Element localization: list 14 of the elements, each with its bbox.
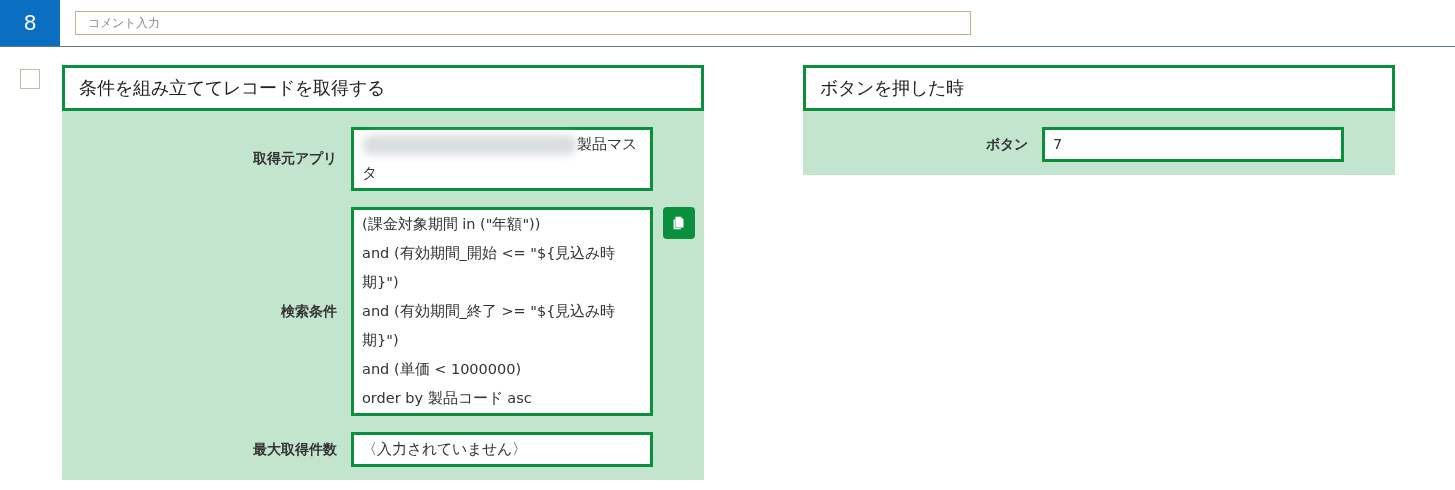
field-label: 取得元アプリ <box>253 150 337 168</box>
value-field[interactable]: 〈入力されていません〉 <box>351 432 653 467</box>
action-title: ボタンを押した時 <box>803 65 1395 111</box>
value-field[interactable]: (課金対象期間 in ("年額")) and (有効期間_開始 <= "${見込み時期}") and (有効期間_終了 >= "${見込み時期}") and (単価 < 1000000) order by 製品コード asc <box>351 207 653 416</box>
value-field[interactable]: 製品マスタ <box>351 127 653 191</box>
step-number: 8 <box>0 0 60 46</box>
copy-button[interactable] <box>663 207 695 239</box>
field-label: 最大取得件数 <box>253 440 337 459</box>
comment-field[interactable]: コメント入力 <box>75 11 971 35</box>
field-label: ボタン <box>986 135 1028 154</box>
field-label: 検索条件 <box>281 302 337 321</box>
checkbox[interactable] <box>20 69 40 89</box>
value-field[interactable]: 7 <box>1042 127 1344 162</box>
action-title: 条件を組み立ててレコードを取得する <box>62 65 704 111</box>
